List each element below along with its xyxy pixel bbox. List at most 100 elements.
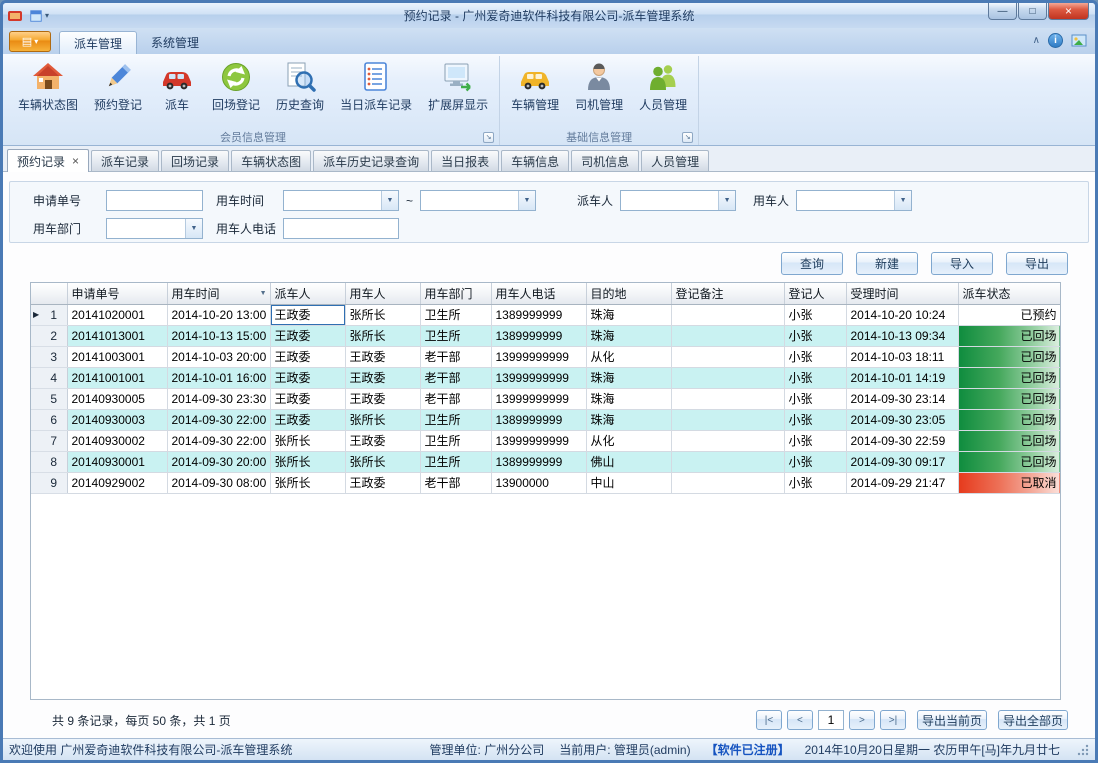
grid-cell[interactable]: 老干部: [420, 367, 491, 388]
column-header[interactable]: 派车人: [270, 283, 345, 304]
status-cell[interactable]: 已取消: [958, 472, 1060, 493]
grid-cell[interactable]: 13999999999: [491, 367, 586, 388]
ribbon-button[interactable]: 司机管理: [567, 56, 631, 129]
grid-cell[interactable]: 2014-10-20 10:24: [846, 304, 958, 325]
grid-cell[interactable]: 20140930002: [67, 430, 167, 451]
grid-cell[interactable]: 小张: [784, 430, 846, 451]
column-header[interactable]: 用车时间▼: [167, 283, 270, 304]
last-page-button[interactable]: >|: [880, 710, 906, 730]
grid-cell[interactable]: 王政委: [270, 409, 345, 430]
department-combo[interactable]: ▼: [106, 218, 203, 239]
column-header[interactable]: 目的地: [586, 283, 671, 304]
ribbon-button[interactable]: 预约登记: [86, 56, 150, 129]
page-number-input[interactable]: [818, 710, 844, 730]
grid-cell[interactable]: 20141020001: [67, 304, 167, 325]
grid-cell[interactable]: 2014-10-20 13:00: [167, 304, 270, 325]
user-phone-input[interactable]: [283, 218, 399, 239]
dispatcher-combo[interactable]: ▼: [620, 190, 736, 211]
grid-cell[interactable]: 王政委: [270, 388, 345, 409]
doc-tab[interactable]: 司机信息: [571, 150, 639, 171]
table-row[interactable]: 4201410010012014-10-01 16:00王政委王政委老干部139…: [31, 367, 1060, 388]
grid-cell[interactable]: 1389999999: [491, 325, 586, 346]
doc-tab[interactable]: 人员管理: [641, 150, 709, 171]
column-header[interactable]: 用车部门: [420, 283, 491, 304]
grid-cell[interactable]: 卫生所: [420, 304, 491, 325]
doc-tab[interactable]: 回场记录: [161, 150, 229, 171]
grid-cell[interactable]: 珠海: [586, 388, 671, 409]
grid-cell[interactable]: 1389999999: [491, 409, 586, 430]
grid-cell[interactable]: [671, 304, 784, 325]
chevron-down-icon[interactable]: ▾: [45, 11, 49, 20]
grid-cell[interactable]: 2014-10-03 20:00: [167, 346, 270, 367]
grid-cell[interactable]: 20141003001: [67, 346, 167, 367]
table-row[interactable]: ▶1201410200012014-10-20 13:00王政委张所长卫生所13…: [31, 304, 1060, 325]
grid-cell[interactable]: 2014-10-13 15:00: [167, 325, 270, 346]
table-row[interactable]: 5201409300052014-09-30 23:30王政委王政委老干部139…: [31, 388, 1060, 409]
grid-cell[interactable]: 2014-09-30 23:30: [167, 388, 270, 409]
doc-tab[interactable]: 当日报表: [431, 150, 499, 171]
next-page-button[interactable]: >: [849, 710, 875, 730]
grid-cell[interactable]: 小张: [784, 304, 846, 325]
grid-cell[interactable]: 王政委: [270, 346, 345, 367]
minimize-button[interactable]: —: [988, 3, 1017, 20]
grid-cell[interactable]: 张所长: [270, 430, 345, 451]
grid-cell[interactable]: 2014-09-30 09:17: [846, 451, 958, 472]
grid-cell[interactable]: 从化: [586, 430, 671, 451]
table-row[interactable]: 3201410030012014-10-03 20:00王政委王政委老干部139…: [31, 346, 1060, 367]
grid-cell[interactable]: 珠海: [586, 367, 671, 388]
ribbon-button[interactable]: 当日派车记录: [332, 56, 420, 129]
chevron-down-icon[interactable]: ▼: [718, 191, 735, 210]
user-combo[interactable]: ▼: [796, 190, 912, 211]
use-time-from-combo[interactable]: ▼: [283, 190, 399, 211]
grid-cell[interactable]: 1389999999: [491, 304, 586, 325]
table-row[interactable]: 9201409290022014-09-30 08:00张所长王政委老干部139…: [31, 472, 1060, 493]
grid-cell[interactable]: 老干部: [420, 346, 491, 367]
ribbon-button[interactable]: 派车: [150, 56, 204, 129]
column-header[interactable]: 受理时间: [846, 283, 958, 304]
status-cell[interactable]: 已回场: [958, 451, 1060, 472]
grid-cell[interactable]: 1389999999: [491, 451, 586, 472]
grid-cell[interactable]: 王政委: [345, 388, 420, 409]
new-button[interactable]: 新建: [856, 252, 918, 275]
chevron-down-icon[interactable]: ▼: [894, 191, 911, 210]
grid-cell[interactable]: [671, 388, 784, 409]
resize-grip[interactable]: [1077, 744, 1089, 756]
grid-cell[interactable]: 20140930001: [67, 451, 167, 472]
column-header[interactable]: 用车人电话: [491, 283, 586, 304]
grid-cell[interactable]: 老干部: [420, 388, 491, 409]
grid-cell[interactable]: 20140930003: [67, 409, 167, 430]
grid-cell[interactable]: 2014-09-30 22:59: [846, 430, 958, 451]
grid-cell[interactable]: 从化: [586, 346, 671, 367]
dialog-launcher-icon[interactable]: ↘: [483, 132, 494, 143]
grid-cell[interactable]: 2014-10-01 16:00: [167, 367, 270, 388]
maximize-button[interactable]: □: [1018, 3, 1047, 20]
grid-cell[interactable]: [671, 430, 784, 451]
status-cell[interactable]: 已回场: [958, 388, 1060, 409]
collapse-ribbon-icon[interactable]: ∧: [1033, 35, 1040, 46]
grid-cell[interactable]: 张所长: [345, 409, 420, 430]
grid-cell[interactable]: 2014-10-01 14:19: [846, 367, 958, 388]
grid-cell[interactable]: 珠海: [586, 409, 671, 430]
doc-tab[interactable]: 派车历史记录查询: [313, 150, 429, 171]
status-cell[interactable]: 已回场: [958, 325, 1060, 346]
app-menu-button[interactable]: ▤▾: [9, 31, 51, 52]
grid-cell[interactable]: 2014-10-13 09:34: [846, 325, 958, 346]
grid-cell[interactable]: 小张: [784, 325, 846, 346]
ribbon-button[interactable]: 人员管理: [631, 56, 695, 129]
ribbon-tab-system[interactable]: 系统管理: [137, 31, 213, 54]
column-header[interactable]: 派车状态: [958, 283, 1060, 304]
table-row[interactable]: 6201409300032014-09-30 22:00王政委张所长卫生所138…: [31, 409, 1060, 430]
status-cell[interactable]: 已回场: [958, 367, 1060, 388]
grid-cell[interactable]: 2014-09-30 22:00: [167, 430, 270, 451]
grid-cell[interactable]: 2014-10-03 18:11: [846, 346, 958, 367]
ribbon-button[interactable]: 扩展屏显示: [420, 56, 496, 129]
status-cell[interactable]: 已回场: [958, 346, 1060, 367]
status-cell[interactable]: 已回场: [958, 430, 1060, 451]
grid-cell[interactable]: 小张: [784, 388, 846, 409]
grid-cell[interactable]: 王政委: [270, 325, 345, 346]
close-tab-icon[interactable]: ×: [72, 156, 79, 166]
ribbon-button[interactable]: 车辆管理: [503, 56, 567, 129]
grid-cell[interactable]: 张所长: [345, 325, 420, 346]
doc-tab[interactable]: 派车记录: [91, 150, 159, 171]
grid-cell[interactable]: 13900000: [491, 472, 586, 493]
